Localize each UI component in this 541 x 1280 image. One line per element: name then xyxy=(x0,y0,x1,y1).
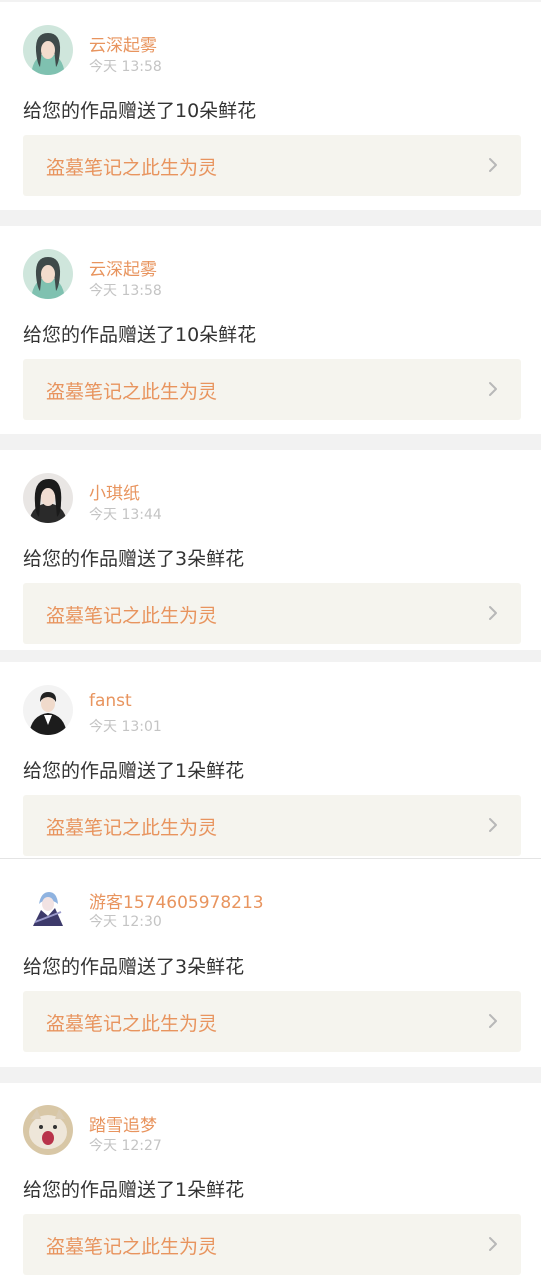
username[interactable]: 云深起雾 xyxy=(89,31,157,56)
work-title: 盗墓笔记之此生为灵 xyxy=(46,157,218,179)
timestamp: 今天 12:30 xyxy=(89,914,162,930)
username[interactable]: fanst xyxy=(89,691,132,711)
work-link[interactable]: 盗墓笔记之此生为灵 xyxy=(23,991,521,1052)
username[interactable]: 游客1574605978213 xyxy=(89,888,264,913)
gift-message: 给您的作品赠送了3朵鲜花 xyxy=(23,956,245,978)
work-title: 盗墓笔记之此生为灵 xyxy=(46,381,218,403)
timestamp: 今天 13:01 xyxy=(89,719,162,735)
work-title: 盗墓笔记之此生为灵 xyxy=(46,1013,218,1035)
work-link[interactable]: 盗墓笔记之此生为灵 xyxy=(23,583,521,644)
work-title: 盗墓笔记之此生为灵 xyxy=(46,1236,218,1258)
work-link[interactable]: 盗墓笔记之此生为灵 xyxy=(23,1214,521,1275)
chevron-right-icon xyxy=(488,817,498,833)
notification-card: 踏雪追梦 今天 12:27 给您的作品赠送了1朵鲜花 盗墓笔记之此生为灵 xyxy=(0,1083,541,1280)
timestamp: 今天 13:44 xyxy=(89,507,162,523)
chevron-right-icon xyxy=(488,1013,498,1029)
user-avatar[interactable] xyxy=(23,25,73,75)
gift-message: 给您的作品赠送了10朵鲜花 xyxy=(23,100,257,122)
user-avatar[interactable] xyxy=(23,1105,73,1155)
notification-card: fanst 今天 13:01 给您的作品赠送了1朵鲜花 盗墓笔记之此生为灵 xyxy=(0,662,541,859)
gift-message: 给您的作品赠送了3朵鲜花 xyxy=(23,548,245,570)
notification-feed: 云深起雾 今天 13:58 给您的作品赠送了10朵鲜花 盗墓笔记之此生为灵 云深… xyxy=(0,0,541,1280)
timestamp: 今天 13:58 xyxy=(89,283,162,299)
timestamp: 今天 12:27 xyxy=(89,1138,162,1154)
chevron-right-icon xyxy=(488,157,498,173)
username[interactable]: 云深起雾 xyxy=(89,255,157,280)
user-avatar[interactable] xyxy=(23,882,73,932)
anime-character-purple-avatar-icon xyxy=(23,882,73,932)
gift-message: 给您的作品赠送了10朵鲜花 xyxy=(23,324,257,346)
notification-card: 云深起雾 今天 13:58 给您的作品赠送了10朵鲜花 盗墓笔记之此生为灵 xyxy=(0,226,541,434)
dark-hair-girl-avatar-icon xyxy=(23,473,73,523)
anime-girl-teal-avatar-icon xyxy=(23,25,73,75)
user-avatar[interactable] xyxy=(23,473,73,523)
notification-card: 云深起雾 今天 13:58 给您的作品赠送了10朵鲜花 盗墓笔记之此生为灵 xyxy=(0,2,541,210)
username[interactable]: 小琪纸 xyxy=(89,479,140,504)
screaming-cat-avatar-icon xyxy=(23,1105,73,1155)
chevron-right-icon xyxy=(488,381,498,397)
chevron-right-icon xyxy=(488,605,498,621)
work-title: 盗墓笔记之此生为灵 xyxy=(46,605,218,627)
notification-card: 游客1574605978213 今天 12:30 给您的作品赠送了3朵鲜花 盗墓… xyxy=(0,859,541,1067)
gift-message: 给您的作品赠送了1朵鲜花 xyxy=(23,760,245,782)
boy-in-suit-avatar-icon xyxy=(23,685,73,735)
user-avatar[interactable] xyxy=(23,685,73,735)
work-link[interactable]: 盗墓笔记之此生为灵 xyxy=(23,135,521,196)
notification-card: 小琪纸 今天 13:44 给您的作品赠送了3朵鲜花 盗墓笔记之此生为灵 xyxy=(0,450,541,650)
anime-girl-teal-avatar-icon xyxy=(23,249,73,299)
chevron-right-icon xyxy=(488,1236,498,1252)
work-link[interactable]: 盗墓笔记之此生为灵 xyxy=(23,795,521,856)
gift-message: 给您的作品赠送了1朵鲜花 xyxy=(23,1179,245,1201)
username[interactable]: 踏雪追梦 xyxy=(89,1111,157,1136)
work-title: 盗墓笔记之此生为灵 xyxy=(46,817,218,839)
work-link[interactable]: 盗墓笔记之此生为灵 xyxy=(23,359,521,420)
timestamp: 今天 13:58 xyxy=(89,59,162,75)
user-avatar[interactable] xyxy=(23,249,73,299)
